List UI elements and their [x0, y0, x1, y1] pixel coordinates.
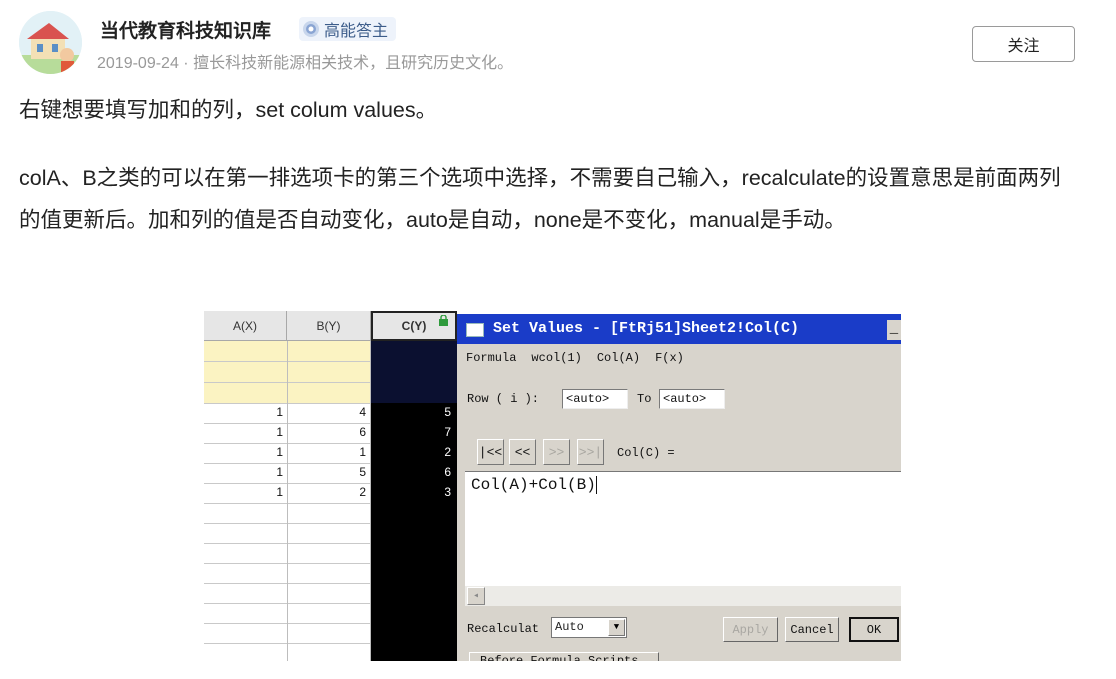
column-equation-label: Col(C) = — [617, 446, 675, 460]
cell-a3[interactable]: 1 — [204, 445, 283, 459]
formula-textarea[interactable]: Col(A)+Col(B) — [465, 471, 901, 586]
dialog-titlebar[interactable]: Set Values - [FtRj51]Sheet2!Col(C) _ — [457, 314, 901, 344]
row-to-input[interactable]: <auto> — [659, 389, 725, 409]
cell-c4[interactable]: 6 — [371, 465, 451, 479]
recalculate-select[interactable]: Auto ▼ — [551, 617, 627, 638]
menu-wcol[interactable]: wcol(1) — [531, 351, 581, 365]
post-meta: 2019-09-24 · 擅长科技新能源相关技术，且研究历史文化。 — [97, 55, 514, 72]
expert-badge: 高能答主 — [299, 17, 397, 41]
scroll-left-icon[interactable]: ◂ — [467, 587, 485, 605]
paragraph-2: colA、B之类的可以在第一排选项卡的第三个选项中选择，不需要自己输入，reca… — [19, 166, 1061, 232]
cell-b1[interactable]: 4 — [287, 405, 366, 419]
column-header-a: A(X) — [204, 311, 287, 341]
cell-c1[interactable]: 5 — [371, 405, 451, 419]
previous-column-button[interactable]: << — [509, 439, 536, 465]
menu-formula[interactable]: Formula — [466, 351, 516, 365]
dropdown-arrow-icon[interactable]: ▼ — [608, 619, 625, 636]
horizontal-scrollbar[interactable]: ◂ — [465, 586, 901, 606]
recalculate-value: Auto — [555, 620, 584, 634]
column-header-b: B(Y) — [287, 311, 371, 341]
cell-a5[interactable]: 1 — [204, 485, 283, 499]
lock-icon — [438, 313, 449, 326]
menu-col[interactable]: Col(A) — [597, 351, 640, 365]
next-column-button[interactable]: >> — [543, 439, 570, 465]
window-icon — [466, 323, 484, 337]
first-column-button[interactable]: |<< — [477, 439, 504, 465]
row-label: Row ( i ): — [467, 392, 540, 406]
paragraph-1: 右键想要填写加和的列，set colum values。 — [19, 98, 438, 122]
origin-screenshot: A(X) B(Y) C(Y) 1 4 5 1 6 7 1 1 2 1 5 6 1… — [204, 311, 901, 661]
cell-c3[interactable]: 2 — [371, 445, 451, 459]
text-cursor — [595, 476, 597, 494]
cell-a4[interactable]: 1 — [204, 465, 283, 479]
cell-c2[interactable]: 7 — [371, 425, 451, 439]
dialog-menubar: Formula wcol(1) Col(A) F(x) — [457, 347, 901, 369]
cell-b4[interactable]: 5 — [287, 465, 366, 479]
dialog-title: Set Values - [FtRj51]Sheet2!Col(C) — [493, 320, 800, 337]
cell-b5[interactable]: 2 — [287, 485, 366, 499]
set-values-dialog: Set Values - [FtRj51]Sheet2!Col(C) _ For… — [457, 314, 901, 661]
follow-button[interactable]: 关注 — [972, 26, 1075, 62]
author-name[interactable]: 当代教育科技知识库 — [100, 16, 271, 43]
minimize-button[interactable]: _ — [887, 320, 901, 340]
cell-b2[interactable]: 6 — [287, 425, 366, 439]
menu-function[interactable]: F(x) — [655, 351, 684, 365]
author-avatar[interactable] — [19, 11, 82, 74]
cell-a1[interactable]: 1 — [204, 405, 283, 419]
cancel-button[interactable]: Cancel — [785, 617, 839, 642]
last-column-button[interactable]: >>| — [577, 439, 604, 465]
medal-icon — [303, 21, 319, 37]
cell-b3[interactable]: 1 — [287, 445, 366, 459]
row-from-input[interactable]: <auto> — [562, 389, 628, 409]
cell-a2[interactable]: 1 — [204, 425, 283, 439]
apply-button[interactable]: Apply — [723, 617, 778, 642]
recalculate-label: Recalculat — [467, 622, 540, 636]
before-formula-scripts-button[interactable]: Before Formula Scripts — [469, 652, 659, 661]
badge-label: 高能答主 — [324, 23, 389, 40]
ok-button[interactable]: OK — [849, 617, 899, 642]
formula-text: Col(A)+Col(B) — [471, 476, 596, 495]
to-label: To — [637, 392, 652, 406]
cell-c5[interactable]: 3 — [371, 485, 451, 499]
